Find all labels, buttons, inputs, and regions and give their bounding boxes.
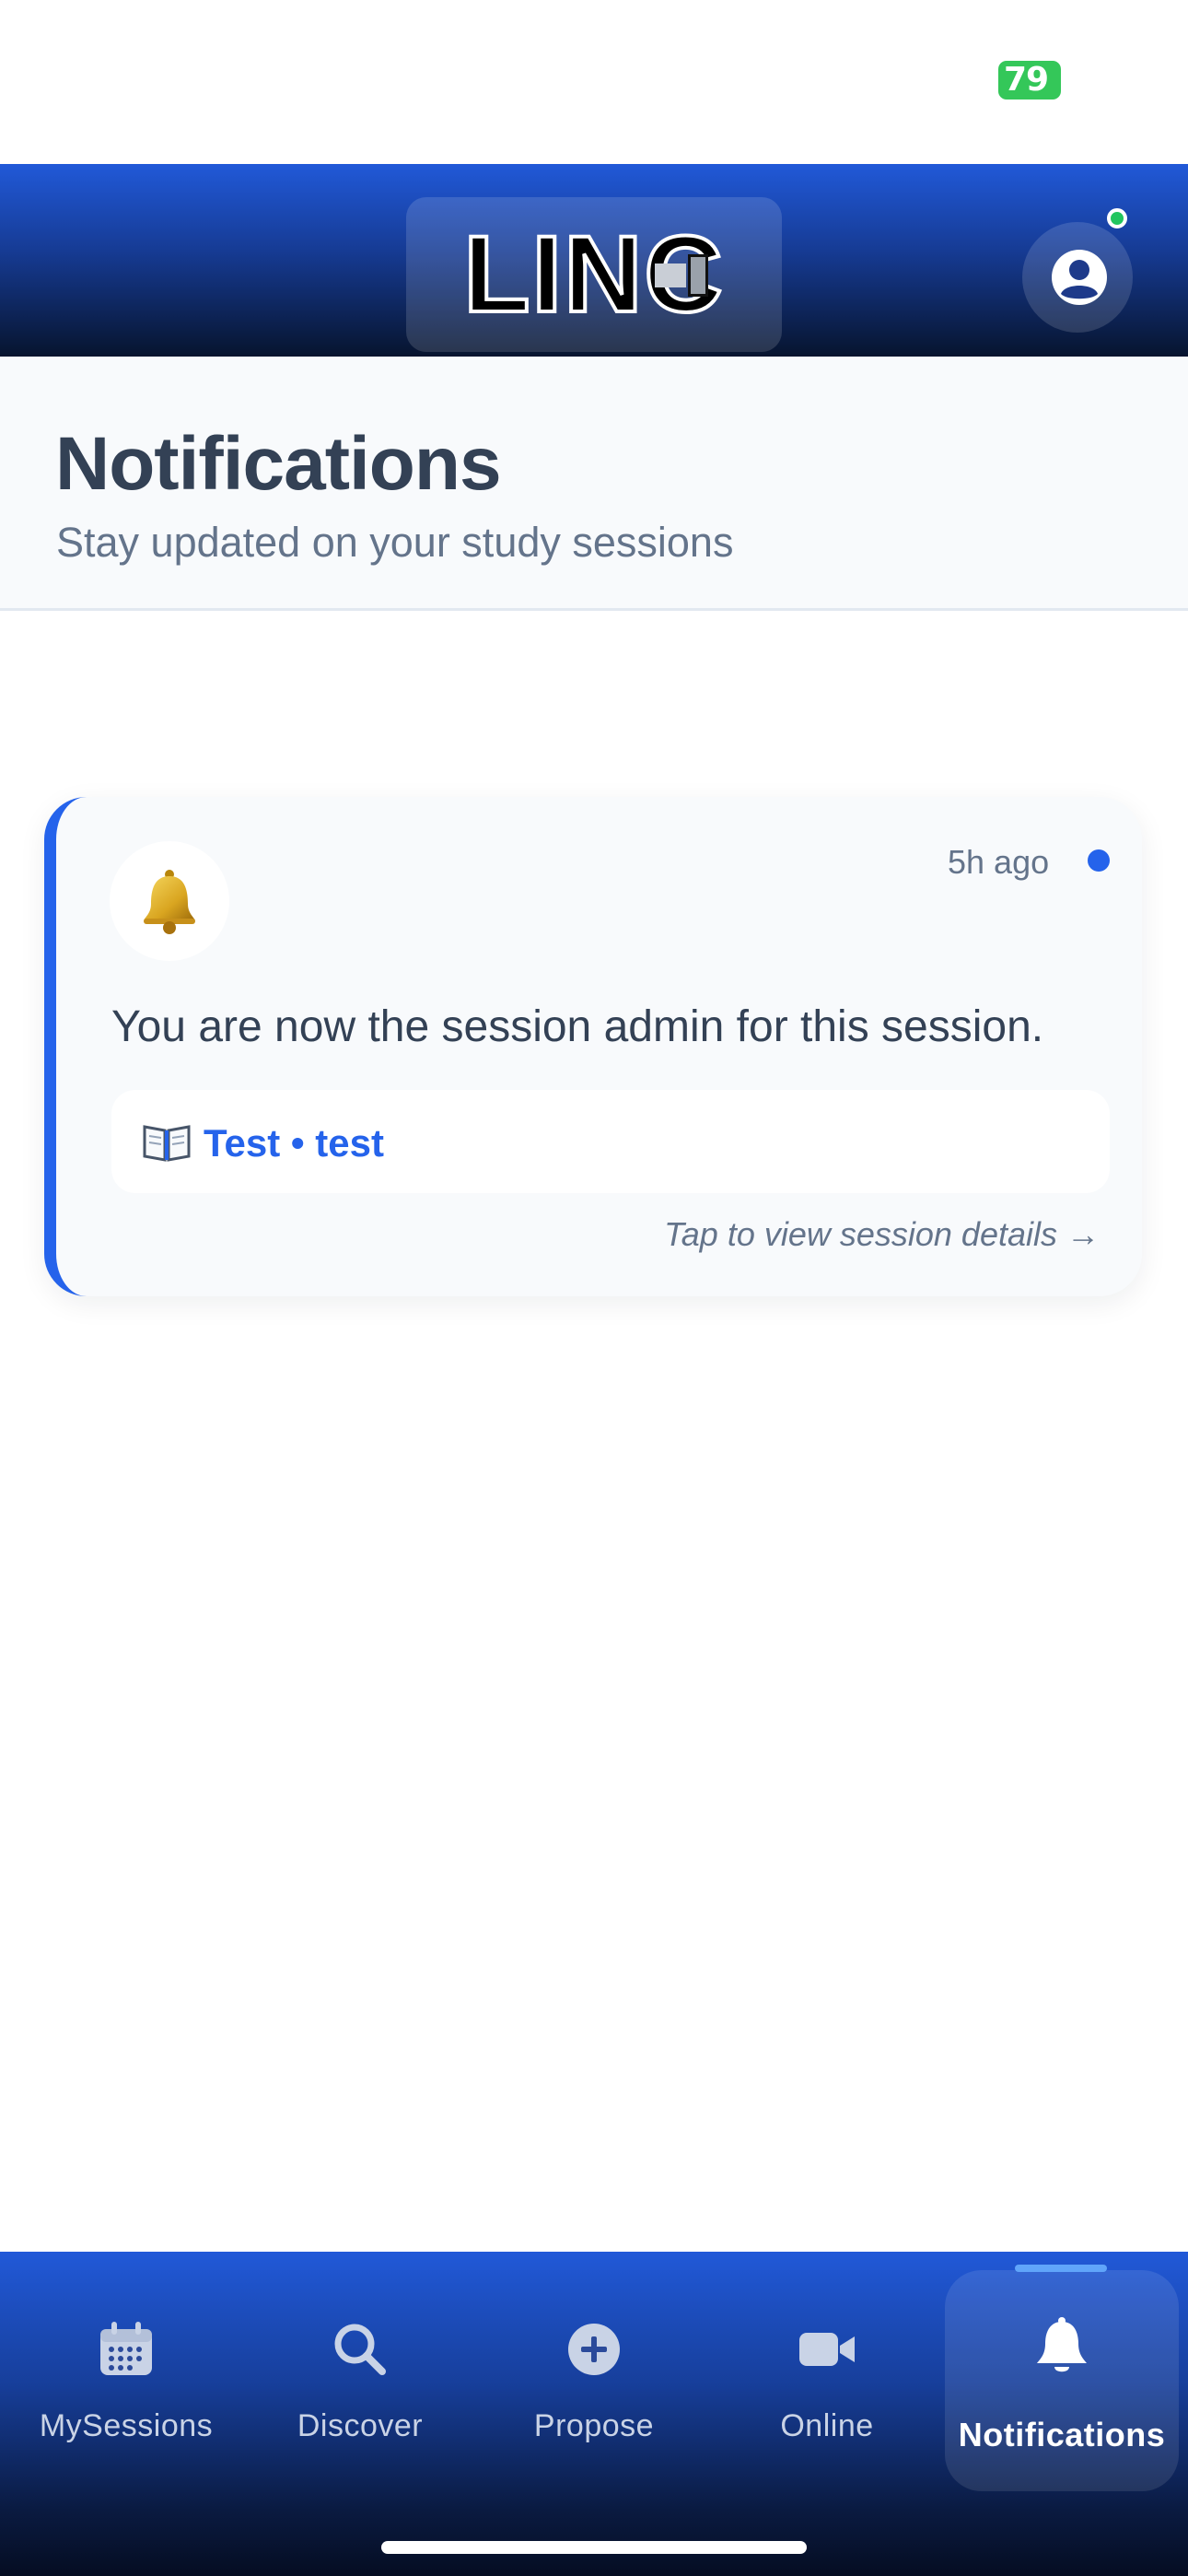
bottom-nav: MySessions Discover Propose Online Notif… [0, 2252, 1188, 2576]
online-status-dot [1107, 208, 1127, 228]
session-name: Test • test [204, 1121, 384, 1165]
app-header: LINC [0, 164, 1188, 357]
nav-label: Online [780, 2408, 874, 2443]
session-link[interactable]: Test • test [111, 1090, 1110, 1193]
search-icon [334, 2324, 386, 2375]
user-circle-icon [1052, 250, 1107, 305]
logo-text: LINC [461, 212, 725, 337]
plus-circle-icon [568, 2324, 620, 2375]
page-header: Notifications Stay updated on your study… [0, 357, 1188, 611]
unread-indicator [1088, 849, 1110, 872]
nav-propose[interactable]: Propose [483, 2252, 705, 2491]
notification-card[interactable]: 5h ago You are now the session admin for… [44, 797, 1142, 1296]
nav-notifications[interactable]: Notifications [951, 2252, 1172, 2491]
calendar-icon [100, 2322, 152, 2375]
status-bar: 79 [0, 0, 1188, 164]
tap-hint: Tap to view session details → [664, 1215, 1100, 1253]
video-camera-icon [799, 2333, 855, 2366]
nav-label: Propose [533, 2408, 655, 2443]
open-book-icon [143, 1125, 191, 1162]
nav-label: Notifications [958, 2416, 1166, 2453]
bell-icon [1037, 2317, 1087, 2372]
notification-message: You are now the session admin for this s… [111, 1002, 1044, 1051]
plug-icon [655, 254, 721, 297]
nav-mysessions[interactable]: MySessions [16, 2252, 237, 2491]
nav-label: MySessions [39, 2408, 214, 2443]
profile-button[interactable] [1022, 222, 1133, 333]
nav-online[interactable]: Online [716, 2252, 938, 2491]
home-indicator[interactable] [381, 2541, 807, 2554]
app-logo[interactable]: LINC [406, 197, 782, 352]
page-title: Notifications [55, 422, 502, 506]
nav-label: Discover [297, 2408, 424, 2443]
page-subtitle: Stay updated on your study sessions [56, 519, 734, 566]
nav-discover[interactable]: Discover [250, 2252, 471, 2491]
bell-emoji-icon [144, 870, 195, 934]
notification-time: 5h ago [948, 843, 1050, 881]
battery-level: 79 [998, 61, 1061, 100]
notification-icon-circle [110, 841, 229, 961]
